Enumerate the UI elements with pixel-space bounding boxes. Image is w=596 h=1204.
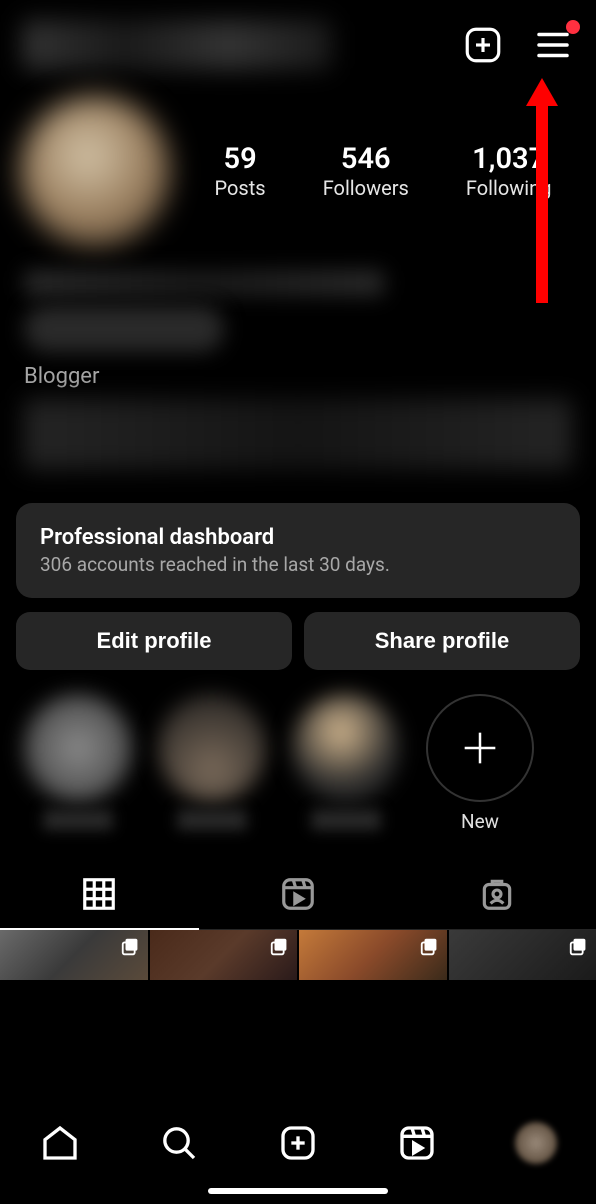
post-thumb-3[interactable] — [299, 930, 447, 980]
highlight-1[interactable] — [24, 694, 132, 830]
new-highlight-button[interactable]: New — [426, 694, 534, 830]
avatar-small-icon — [515, 1122, 557, 1164]
username-dropdown[interactable] — [22, 20, 462, 70]
dashboard-subtitle: 306 accounts reached in the last 30 days… — [40, 553, 556, 576]
plus-box-icon — [462, 24, 504, 66]
edit-profile-button[interactable]: Edit profile — [16, 612, 292, 670]
bottom-nav — [0, 1104, 596, 1204]
highlight-2[interactable] — [158, 694, 266, 830]
professional-dashboard-card[interactable]: Professional dashboard 306 accounts reac… — [16, 503, 580, 598]
followers-stat[interactable]: 546 Followers — [323, 142, 409, 201]
carousel-icon — [419, 936, 441, 958]
home-icon — [40, 1123, 80, 1163]
posts-label: Posts — [215, 176, 266, 200]
search-icon — [159, 1123, 199, 1163]
tagged-icon — [478, 875, 516, 913]
bio-text — [24, 399, 572, 469]
post-thumb-2[interactable] — [150, 930, 298, 980]
new-highlight-label: New — [461, 810, 499, 830]
post-thumb-4[interactable] — [449, 930, 596, 980]
tab-grid[interactable] — [0, 858, 199, 929]
following-label: Following — [466, 176, 552, 200]
following-stat[interactable]: 1,037 Following — [466, 142, 552, 201]
nav-home[interactable] — [35, 1118, 85, 1168]
nav-reels[interactable] — [392, 1118, 442, 1168]
tab-reels[interactable] — [199, 858, 398, 929]
posts-count: 59 — [215, 142, 266, 177]
home-indicator — [208, 1188, 388, 1194]
post-thumb-1[interactable] — [0, 930, 148, 980]
highlight-3[interactable] — [292, 694, 400, 830]
create-button[interactable] — [462, 24, 504, 66]
dashboard-title: Professional dashboard — [40, 525, 556, 550]
nav-search[interactable] — [154, 1118, 204, 1168]
carousel-icon — [568, 936, 590, 958]
display-name — [24, 270, 384, 296]
carousel-icon — [120, 936, 142, 958]
following-count: 1,037 — [466, 142, 552, 177]
posts-stat[interactable]: 59 Posts — [215, 142, 266, 201]
share-profile-button[interactable]: Share profile — [304, 612, 580, 670]
plus-box-icon — [278, 1123, 318, 1163]
nav-create[interactable] — [273, 1118, 323, 1168]
reels-icon — [397, 1123, 437, 1163]
nav-profile[interactable] — [511, 1118, 561, 1168]
tab-tagged[interactable] — [397, 858, 596, 929]
notification-dot — [566, 20, 580, 34]
plus-icon — [457, 725, 503, 771]
avatar[interactable] — [20, 96, 170, 246]
bio-link-pill[interactable] — [24, 306, 224, 352]
reels-icon — [279, 875, 317, 913]
carousel-icon — [269, 936, 291, 958]
profile-category: Blogger — [24, 364, 572, 389]
grid-icon — [80, 875, 118, 913]
followers-count: 546 — [323, 142, 409, 177]
followers-label: Followers — [323, 176, 409, 200]
